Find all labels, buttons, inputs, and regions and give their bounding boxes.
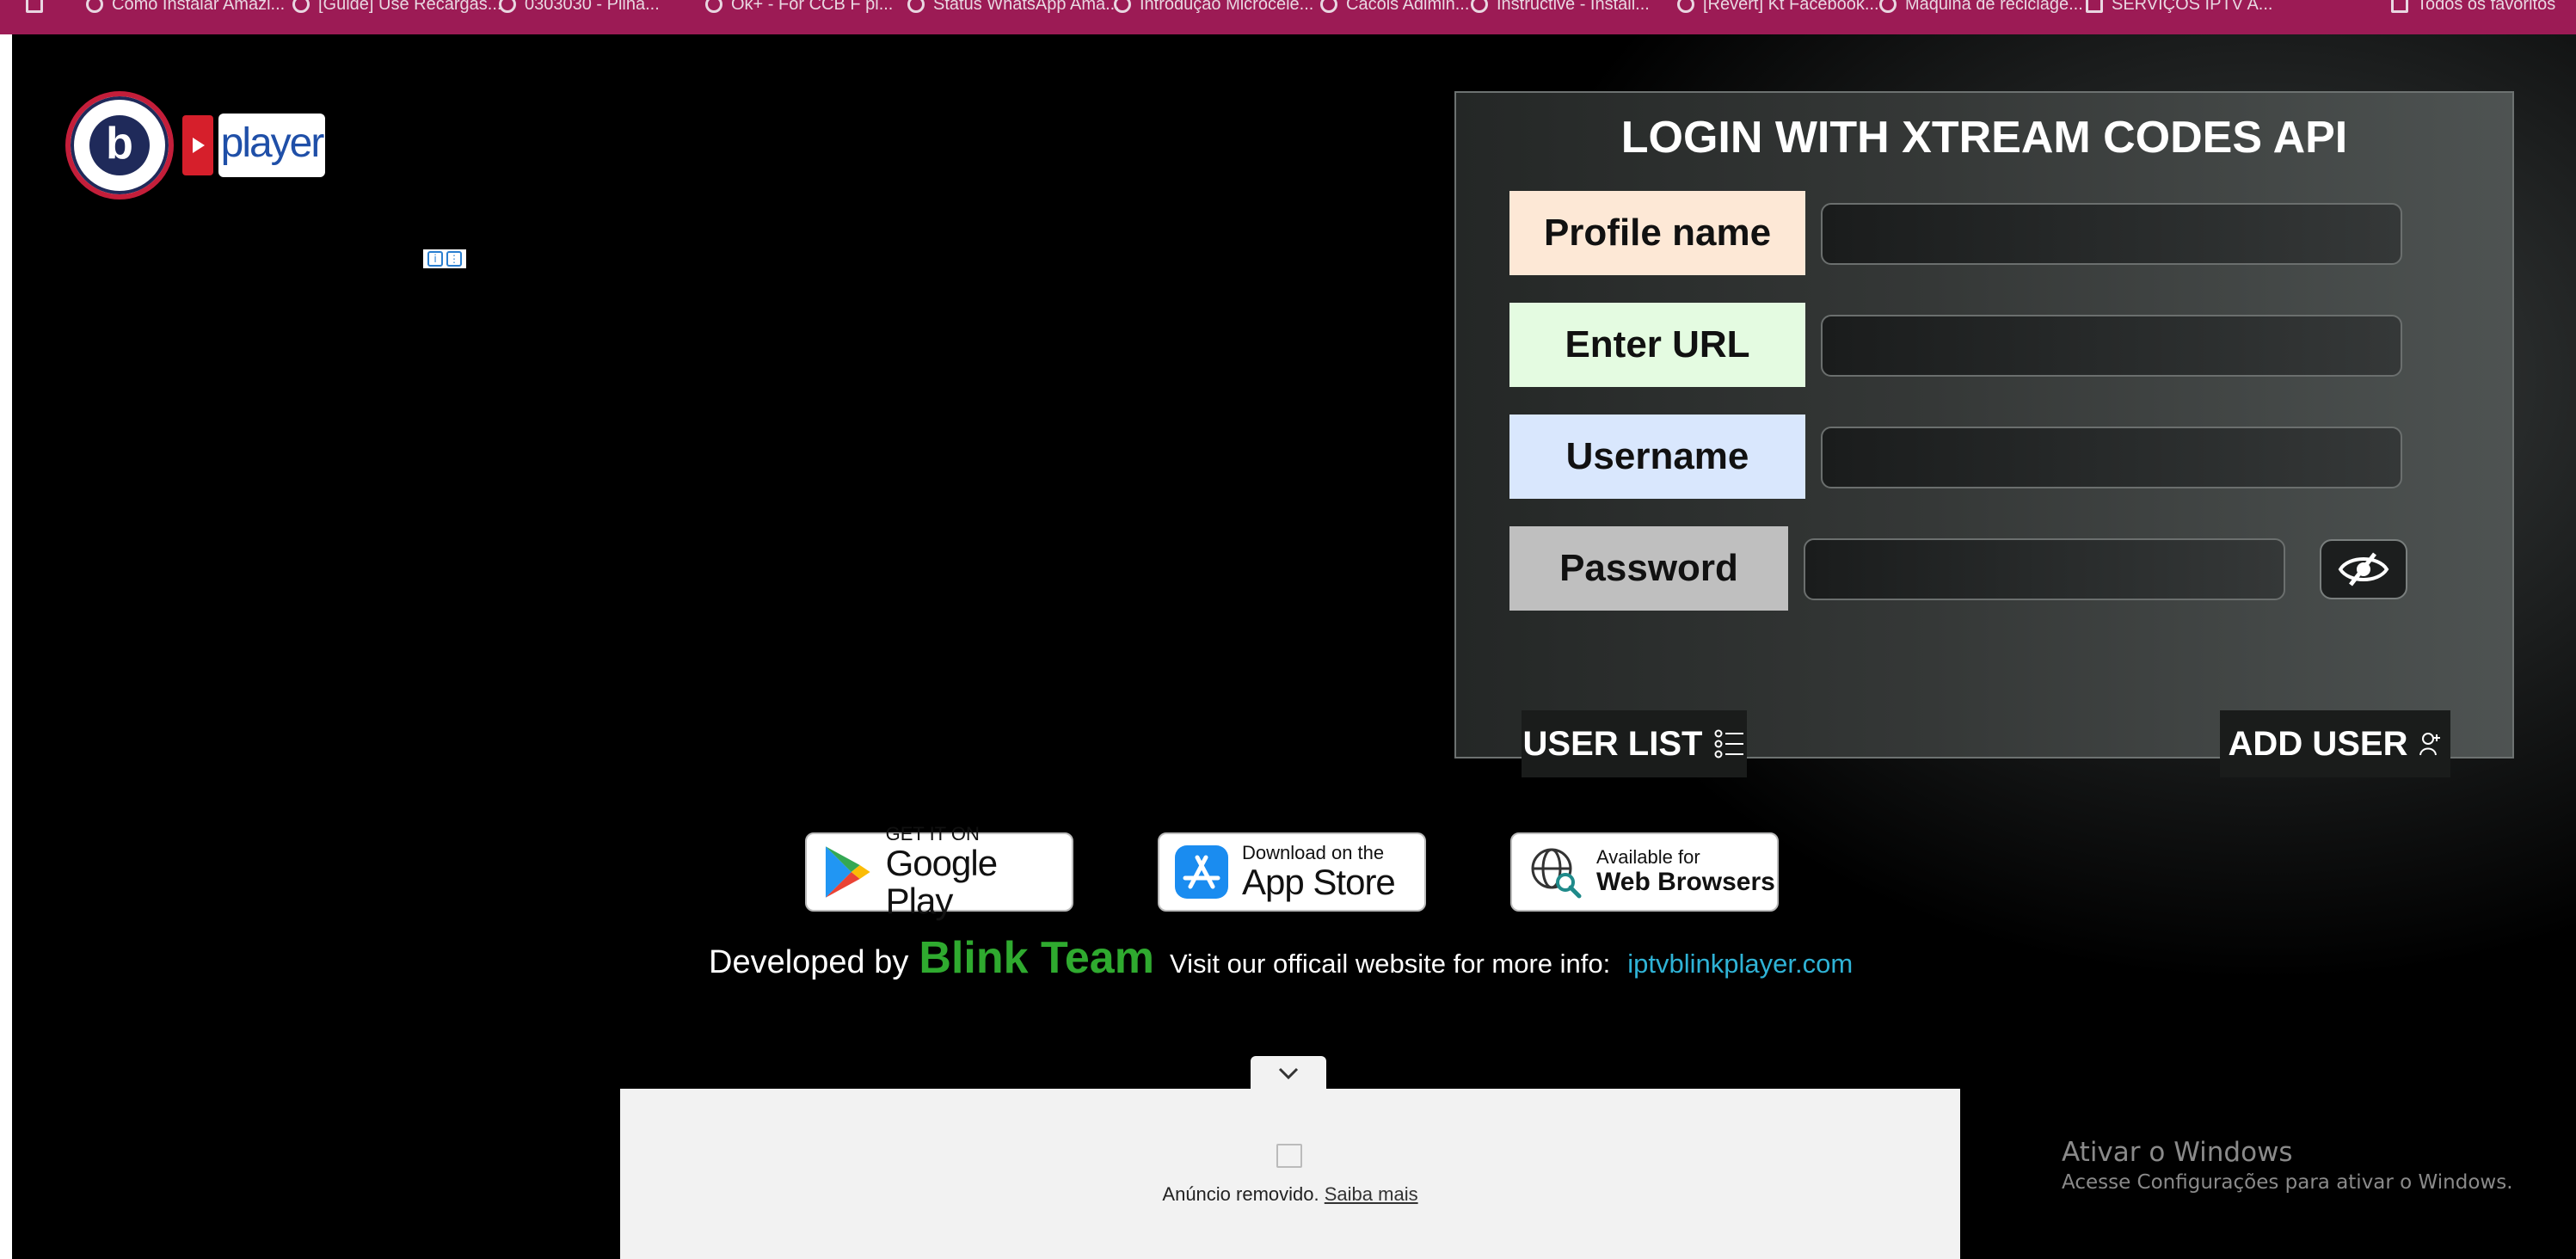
- folder-icon: [2391, 0, 2408, 13]
- website-link[interactable]: iptvblinkplayer.com: [1627, 949, 1853, 980]
- link-icon: [1320, 0, 1337, 13]
- bookmark-item[interactable]: Instructive - Install...: [1471, 0, 1650, 15]
- profile-name-label: Profile name: [1509, 191, 1805, 275]
- learn-more-link[interactable]: Saiba mais: [1325, 1183, 1418, 1205]
- link-icon: [1879, 0, 1897, 13]
- link-icon: [86, 0, 103, 13]
- bookmarks-bar: Como Instalar Amazi... [Guide] Use Recar…: [0, 0, 2576, 34]
- google-play-icon: [825, 846, 870, 898]
- bookmark-item[interactable]: Ok+ - For CCB F pl...: [705, 0, 893, 15]
- bookmark-item[interactable]: 0303030 - Pilha...: [499, 0, 660, 15]
- bookmark-item[interactable]: Máquina de reciclage...: [1879, 0, 2083, 15]
- list-icon: [1714, 729, 1744, 758]
- add-user-button[interactable]: ADD USER: [2220, 710, 2450, 777]
- profile-name-input[interactable]: [1821, 203, 2402, 265]
- user-list-button[interactable]: USER LIST: [1522, 710, 1747, 777]
- globe-search-icon: [1531, 848, 1582, 899]
- link-icon: [499, 0, 516, 13]
- team-name: Blink Team: [919, 933, 1154, 983]
- ad-choices-icon[interactable]: i ⋮: [423, 249, 466, 268]
- link-icon: [1114, 0, 1131, 13]
- app-store-icon: [1175, 845, 1228, 899]
- windows-activation-watermark: Ativar o Windows Acesse Configurações pa…: [2062, 1137, 2513, 1194]
- ad-removed-icon: [1276, 1144, 1302, 1168]
- link-icon: [1677, 0, 1694, 13]
- ad-banner: Anúncio removido. Saiba mais: [620, 1089, 1960, 1259]
- link-icon: [1471, 0, 1488, 13]
- web-browsers-badge[interactable]: Available for Web Browsers: [1510, 832, 1779, 912]
- google-play-badge[interactable]: GET IT ON Google Play: [805, 824, 1073, 920]
- ad-removed-message: Anúncio removido. Saiba mais: [1162, 1183, 1418, 1205]
- blink-player-logo[interactable]: b player: [65, 91, 341, 200]
- link-icon: [705, 0, 722, 13]
- login-title: LOGIN WITH XTREAM CODES API: [1620, 113, 2348, 163]
- add-user-icon: [2419, 733, 2441, 756]
- page-icon: [2086, 0, 2103, 13]
- password-label: Password: [1509, 526, 1788, 611]
- bookmark-item[interactable]: [Revert] Kt Facebook...: [1677, 0, 1879, 15]
- login-panel: LOGIN WITH XTREAM CODES API Profile name…: [1454, 91, 2514, 777]
- link-icon: [907, 0, 925, 13]
- apps-icon[interactable]: [26, 0, 52, 15]
- password-input[interactable]: [1804, 538, 2285, 600]
- url-input[interactable]: [1821, 315, 2402, 377]
- password-visibility-toggle[interactable]: [2320, 539, 2407, 599]
- eye-slash-icon: [2338, 552, 2389, 587]
- page: b player i ⋮ LOGIN WITH XTREAM CODES API …: [12, 34, 2576, 1259]
- username-label: Username: [1509, 415, 1805, 499]
- all-bookmarks[interactable]: Todos os favoritos: [2391, 0, 2555, 15]
- bookmark-item[interactable]: Status WhatsApp Ama...: [907, 0, 1120, 15]
- logo-circle: b: [65, 91, 174, 200]
- bookmark-item[interactable]: Cacols Adimin...: [1320, 0, 1469, 15]
- chevron-down-icon: [1278, 1067, 1299, 1080]
- username-input[interactable]: [1821, 427, 2402, 488]
- url-label: Enter URL: [1509, 303, 1805, 387]
- bookmark-item[interactable]: SERVIÇOS IPTV A...: [2086, 0, 2272, 15]
- link-icon: [292, 0, 310, 13]
- ad-collapse-toggle[interactable]: [1251, 1056, 1326, 1090]
- developer-credit: Developed by Blink Team Visit our offica…: [709, 933, 1854, 983]
- bookmark-item[interactable]: Introdução Microcele...: [1114, 0, 1313, 15]
- app-store-badge[interactable]: Download on the App Store: [1158, 832, 1426, 912]
- play-icon: [182, 115, 213, 175]
- bookmark-item[interactable]: [Guide] Use Recargas...: [292, 0, 501, 15]
- bookmark-item[interactable]: Como Instalar Amazi...: [86, 0, 285, 15]
